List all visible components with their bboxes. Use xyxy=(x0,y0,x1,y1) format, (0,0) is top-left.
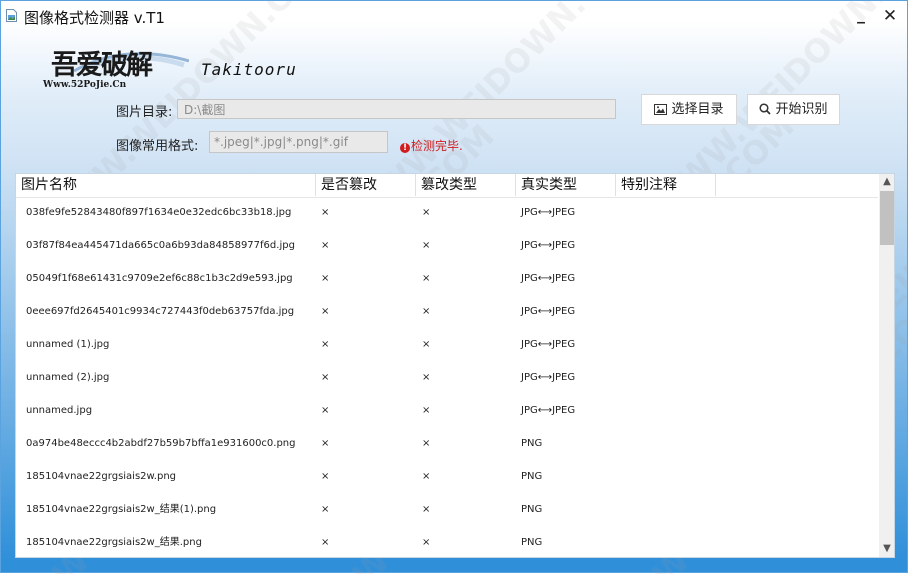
cell-tampered: × xyxy=(321,405,330,416)
cell-tampered: × xyxy=(321,504,330,515)
cell-real-type: JPG⟷JPEG xyxy=(521,207,576,218)
cell-tamper-type: × xyxy=(422,405,431,416)
cell-real-type: PNG xyxy=(521,504,543,515)
cell-real-type: JPG⟷JPEG xyxy=(521,240,576,251)
choose-directory-button[interactable]: 选择目录 xyxy=(641,94,737,125)
dir-label: 图片目录: xyxy=(116,105,173,120)
cell-tampered: × xyxy=(321,306,330,317)
table-row[interactable]: 185104vnae22grgsiais2w.png × × PNG xyxy=(16,462,878,495)
cell-tampered: × xyxy=(321,240,330,251)
table-header: 图片名称 是否篡改 篡改类型 真实类型 特别注释 xyxy=(16,174,878,198)
start-recognition-button[interactable]: 开始识别 xyxy=(747,94,840,125)
column-header-real-type[interactable]: 真实类型 xyxy=(516,174,616,196)
cell-tampered: × xyxy=(321,438,330,449)
cell-filename: unnamed (2).jpg xyxy=(26,372,110,383)
cell-tampered: × xyxy=(321,339,330,350)
title-bar: 图像格式检测器 v.T1 ▁ ✕ xyxy=(1,1,907,33)
cell-real-type: JPG⟷JPEG xyxy=(521,372,576,383)
cell-real-type: PNG xyxy=(521,471,543,482)
cell-tamper-type: × xyxy=(422,504,431,515)
cell-filename: 0a974be48eccc4b2abdf27b59b7bffa1e931600c… xyxy=(26,438,296,449)
cell-tampered: × xyxy=(321,372,330,383)
start-recognition-label: 开始识别 xyxy=(775,102,828,117)
table-row[interactable]: unnamed (1).jpg × × JPG⟷JPEG xyxy=(16,330,878,363)
column-header-filename[interactable]: 图片名称 xyxy=(16,174,316,196)
cell-tamper-type: × xyxy=(422,438,431,449)
image-icon xyxy=(654,104,668,115)
logo-url: Www.52PoJie.Cn xyxy=(43,80,127,90)
logo-text: 吾爱破解 xyxy=(51,50,153,81)
cell-tamper-type: × xyxy=(422,339,431,350)
window-title: 图像格式检测器 v.T1 xyxy=(24,9,165,27)
author-name: Takitooru xyxy=(201,60,297,79)
cell-tamper-type: × xyxy=(422,471,431,482)
cell-tampered: × xyxy=(321,537,330,548)
cell-tamper-type: × xyxy=(422,306,431,317)
cell-tamper-type: × xyxy=(422,207,431,218)
cell-real-type: JPG⟷JPEG xyxy=(521,339,576,350)
table-row[interactable]: 185104vnae22grgsiais2w_结果(1).png × × PNG xyxy=(16,495,878,528)
app-window: WWW.WEIDOWN.COM WWW.WEIDOWN.COM WWW.WEID… xyxy=(0,0,908,574)
vertical-scrollbar[interactable]: ▲ ▼ xyxy=(879,174,894,557)
table-row[interactable]: 185104vnae22grgsiais2w_结果.png × × PNG xyxy=(16,528,878,557)
scroll-up-icon[interactable]: ▲ xyxy=(879,174,894,190)
dir-input[interactable] xyxy=(177,99,616,119)
close-button[interactable]: ✕ xyxy=(877,3,903,29)
search-icon xyxy=(759,103,772,115)
choose-directory-label: 选择目录 xyxy=(671,102,724,117)
table-row[interactable]: unnamed.jpg × × JPG⟷JPEG xyxy=(16,396,878,429)
cell-real-type: JPG⟷JPEG xyxy=(521,306,576,317)
cell-filename: 05049f1f68e61431c9709e2ef6c88c1b3c2d9e59… xyxy=(26,273,293,284)
column-header-notes[interactable]: 特别注释 xyxy=(616,174,716,196)
cell-tampered: × xyxy=(321,471,330,482)
cell-filename: unnamed (1).jpg xyxy=(26,339,110,350)
app-icon xyxy=(6,9,17,22)
logo: 吾爱破解 Www.52PoJie.Cn xyxy=(39,41,189,96)
cell-filename: 03f87f84ea445471da665c0a6b93da84858977f6… xyxy=(26,240,295,251)
result-table[interactable]: 图片名称 是否篡改 篡改类型 真实类型 特别注释 038fe9fe5284348… xyxy=(15,173,895,558)
close-icon: ✕ xyxy=(882,6,898,26)
cell-filename: 185104vnae22grgsiais2w_结果(1).png xyxy=(26,504,217,515)
table-row[interactable]: 0a974be48eccc4b2abdf27b59b7bffa1e931600c… xyxy=(16,429,878,462)
status-text: 检测完毕. xyxy=(411,139,463,153)
scroll-down-icon[interactable]: ▼ xyxy=(879,541,894,557)
cell-real-type: JPG⟷JPEG xyxy=(521,405,576,416)
scroll-thumb[interactable] xyxy=(880,191,894,245)
cell-tampered: × xyxy=(321,207,330,218)
format-label: 图像常用格式: xyxy=(116,139,199,154)
error-icon: ! xyxy=(400,143,410,153)
cell-tamper-type: × xyxy=(422,240,431,251)
cell-filename: 185104vnae22grgsiais2w.png xyxy=(26,471,177,482)
format-input[interactable] xyxy=(209,131,388,153)
minimize-icon: ▁ xyxy=(857,13,865,24)
table-row[interactable]: 0eee697fd2645401c9934c727443f0deb63757fd… xyxy=(16,297,878,330)
column-header-tampered[interactable]: 是否篡改 xyxy=(316,174,416,196)
column-header-tamper-type[interactable]: 篡改类型 xyxy=(416,174,516,196)
cell-real-type: JPG⟷JPEG xyxy=(521,273,576,284)
table-row[interactable]: 05049f1f68e61431c9709e2ef6c88c1b3c2d9e59… xyxy=(16,264,878,297)
table-row[interactable]: unnamed (2).jpg × × JPG⟷JPEG xyxy=(16,363,878,396)
table-body: 038fe9fe52843480f897f1634e0e32edc6bc33b1… xyxy=(16,198,878,557)
cell-real-type: PNG xyxy=(521,438,543,449)
cell-tamper-type: × xyxy=(422,273,431,284)
cell-real-type: PNG xyxy=(521,537,543,548)
cell-filename: 038fe9fe52843480f897f1634e0e32edc6bc33b1… xyxy=(26,207,292,218)
cell-tamper-type: × xyxy=(422,537,431,548)
cell-tamper-type: × xyxy=(422,372,431,383)
cell-tampered: × xyxy=(321,273,330,284)
table-row[interactable]: 03f87f84ea445471da665c0a6b93da84858977f6… xyxy=(16,231,878,264)
cell-filename: 185104vnae22grgsiais2w_结果.png xyxy=(26,537,202,548)
cell-filename: unnamed.jpg xyxy=(26,405,93,416)
table-row[interactable]: 038fe9fe52843480f897f1634e0e32edc6bc33b1… xyxy=(16,198,878,231)
minimize-button[interactable]: ▁ xyxy=(849,3,873,29)
cell-filename: 0eee697fd2645401c9934c727443f0deb63757fd… xyxy=(26,306,295,317)
status-message: ! 检测完毕. xyxy=(400,137,463,154)
